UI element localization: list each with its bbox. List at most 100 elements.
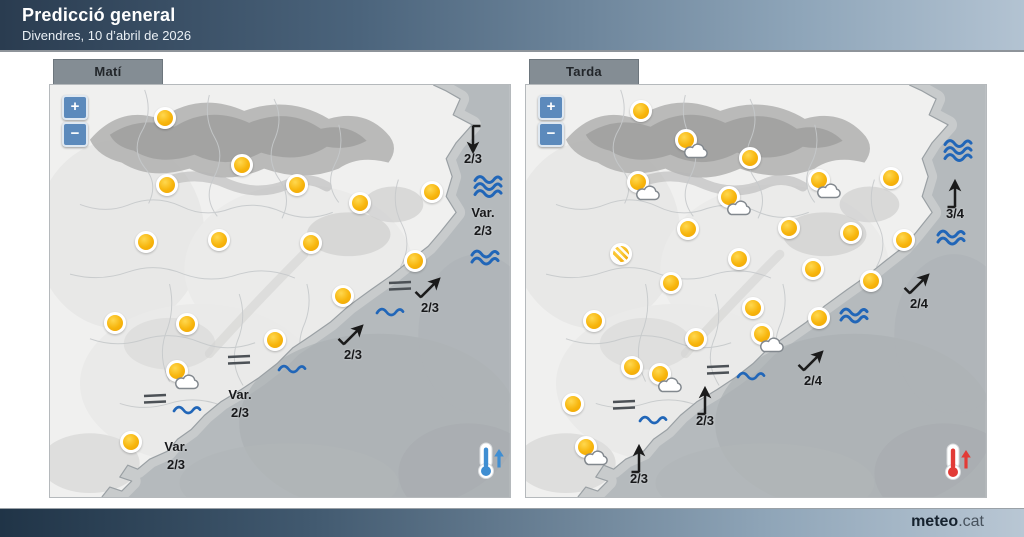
sun-icon (231, 154, 253, 176)
wind-arrow-icon: 2/3 (682, 384, 728, 428)
cloud-icon (817, 183, 841, 199)
sun-icon (264, 329, 286, 351)
sun-behind-cloud-icon (674, 129, 708, 159)
sun-icon (135, 231, 157, 253)
cloud-icon (760, 337, 784, 353)
cloud-icon (584, 450, 608, 466)
tab-mati[interactable]: Matí (53, 59, 163, 84)
sun-icon (300, 232, 322, 254)
sun-icon (893, 229, 915, 251)
sun-icon (156, 174, 178, 196)
cloud-icon (636, 185, 660, 201)
sun-behind-cloud-icon (750, 323, 784, 353)
wind-force-label: 2/3 (420, 300, 440, 315)
sun-icon (808, 307, 830, 329)
sun-icon (778, 217, 800, 239)
wind-force-label: 2/4 (909, 296, 929, 311)
map-tarda[interactable]: + − 3/4 2/4 2/4 2/3 2/3 (525, 84, 987, 498)
sun-icon (176, 313, 198, 335)
wind-force-label: 2/3 (463, 151, 483, 166)
calm-wind-icon (226, 353, 252, 371)
hazy-sun-icon (610, 243, 632, 265)
sun-behind-cloud-icon (807, 169, 841, 199)
sun-behind-cloud-icon (626, 171, 660, 201)
sun-icon (802, 258, 824, 280)
sun-icon (208, 229, 230, 251)
panel-mati: Matí + − 2/3 2/3 2/3 Var. 2/3 Var. 2/3 Var. 2/3 (49, 59, 511, 498)
thermometer-icon (469, 442, 509, 485)
sea-waves-icon (736, 370, 766, 388)
sea-waves-icon (839, 307, 869, 331)
page-title: Predicció general (22, 5, 176, 25)
wind-arrow-icon: 2/4 (896, 267, 942, 311)
sea-waves-icon (473, 175, 503, 206)
zoom-in-button[interactable]: + (538, 95, 564, 120)
variable-wind-label: Var. 2/3 (471, 205, 495, 238)
variable-wind-label: Var. 2/3 (164, 439, 188, 472)
sun-icon (685, 328, 707, 350)
wind-arrow-icon: 2/3 (450, 122, 496, 166)
sun-icon (742, 297, 764, 319)
cloud-icon (175, 374, 199, 390)
calm-wind-icon (142, 392, 168, 410)
wind-arrow-icon: 2/3 (330, 318, 376, 362)
map-mati[interactable]: + − 2/3 2/3 2/3 Var. 2/3 Var. 2/3 Var. 2/3 (49, 84, 511, 498)
sea-waves-icon (943, 139, 973, 170)
wind-force-label: 3/4 (945, 206, 965, 221)
zoom-out-button[interactable]: − (538, 122, 564, 147)
map-zoom-control: + − (62, 95, 88, 149)
sun-icon (583, 310, 605, 332)
header-bar: Predicció general Divendres, 10 d’abril … (0, 0, 1024, 52)
panel-tarda: Tarda + − 3/4 2/4 2/4 2/3 2/3 (525, 59, 987, 498)
sun-behind-cloud-icon (574, 436, 608, 466)
sea-waves-icon (375, 306, 405, 324)
sun-icon (104, 312, 126, 334)
wind-force-label: 2/3 (629, 471, 649, 486)
sun-behind-cloud-icon (165, 360, 199, 390)
sun-icon (154, 107, 176, 129)
sun-icon (286, 174, 308, 196)
cloud-icon (684, 143, 708, 159)
sun-icon (332, 285, 354, 307)
calm-wind-icon (611, 398, 637, 416)
cloud-icon (658, 377, 682, 393)
calm-wind-icon (705, 363, 731, 381)
sea-waves-icon (936, 229, 966, 253)
sea-waves-icon (172, 404, 202, 422)
tab-tarda[interactable]: Tarda (529, 59, 639, 84)
sun-icon (349, 192, 371, 214)
wind-arrow-icon: 2/4 (790, 344, 836, 388)
zoom-in-button[interactable]: + (62, 95, 88, 120)
cloud-icon (727, 200, 751, 216)
sun-icon (404, 250, 426, 272)
sun-behind-cloud-icon (717, 186, 751, 216)
wind-force-label: 2/3 (343, 347, 363, 362)
wind-arrow-icon: 2/3 (616, 442, 662, 486)
meteocat-logo: meteo.cat (911, 513, 984, 530)
thermometer-icon (936, 443, 976, 486)
sun-icon (880, 167, 902, 189)
sun-icon (840, 222, 862, 244)
sun-icon (677, 218, 699, 240)
wind-force-label: 2/4 (803, 373, 823, 388)
sun-icon (630, 100, 652, 122)
zoom-out-button[interactable]: − (62, 122, 88, 147)
forecast-date: Divendres, 10 d’abril de 2026 (22, 28, 192, 43)
sun-icon (421, 181, 443, 203)
sun-icon (120, 431, 142, 453)
sea-waves-icon (638, 414, 668, 432)
sun-icon (621, 356, 643, 378)
wind-arrow-icon: 2/3 (407, 271, 453, 315)
sun-icon (660, 272, 682, 294)
map-zoom-control: + − (538, 95, 564, 149)
variable-wind-label: Var. 2/3 (228, 387, 252, 420)
sun-behind-cloud-icon (648, 363, 682, 393)
sea-waves-icon (470, 249, 500, 273)
sun-icon (562, 393, 584, 415)
sea-waves-icon (277, 363, 307, 381)
footer-bar: meteo.cat (0, 508, 1024, 537)
sun-icon (860, 270, 882, 292)
sun-icon (728, 248, 750, 270)
wind-arrow-icon: 3/4 (932, 177, 978, 221)
sun-icon (739, 147, 761, 169)
